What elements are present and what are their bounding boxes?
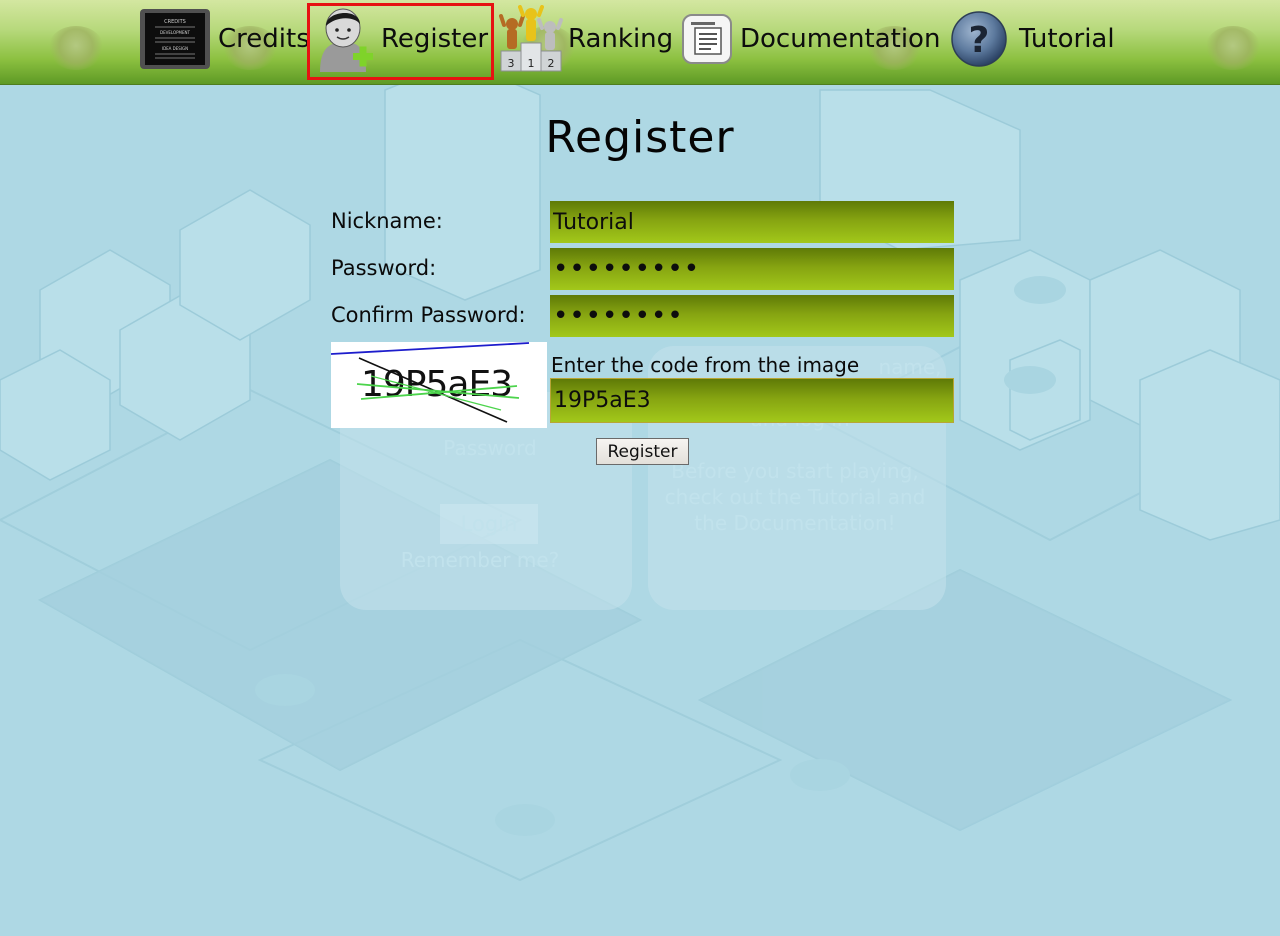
- nav-item-tutorial[interactable]: ? Tutorial: [950, 0, 1115, 78]
- nav-label-tutorial: Tutorial: [1019, 24, 1115, 54]
- credits-icon-line: DEVELOPMENT: [160, 30, 190, 35]
- password-label: Password:: [331, 256, 437, 280]
- nav-item-register[interactable]: Register: [314, 0, 488, 78]
- top-navigation-bar: CREDITS DEVELOPMENT IDEA DESIGN Credits …: [0, 0, 1280, 84]
- captcha-noise: [331, 342, 530, 423]
- password-input[interactable]: [550, 248, 954, 290]
- nickname-label: Nickname:: [331, 209, 443, 233]
- nav-item-documentation[interactable]: Documentation: [681, 0, 940, 78]
- captcha-input[interactable]: [550, 378, 954, 423]
- podium-rank: 1: [528, 57, 535, 70]
- credits-icon-line: IDEA DESIGN: [162, 46, 188, 51]
- page-title: Register: [545, 112, 735, 163]
- document-icon: [682, 14, 732, 64]
- nickname-input[interactable]: [550, 201, 954, 243]
- register-button[interactable]: Register: [596, 438, 689, 465]
- nav-label-credits: Credits: [218, 24, 310, 54]
- nav-item-ranking[interactable]: 3 1 2 Ranking: [499, 0, 673, 78]
- add-user-icon: [320, 8, 373, 72]
- nav-label-register: Register: [381, 24, 489, 54]
- nav-item-credits[interactable]: CREDITS DEVELOPMENT IDEA DESIGN Credits: [139, 0, 310, 78]
- podium-rank: 3: [508, 57, 515, 70]
- podium-icon: 3 1 2: [499, 5, 563, 72]
- credits-board-icon: CREDITS DEVELOPMENT IDEA DESIGN: [140, 9, 210, 69]
- confirm-password-input[interactable]: [550, 295, 954, 337]
- nav-label-documentation: Documentation: [740, 24, 941, 54]
- credits-icon-line: CREDITS: [164, 19, 186, 25]
- tree-decoration: [48, 26, 104, 70]
- svg-text:?: ?: [969, 20, 990, 61]
- question-mark-icon: ?: [951, 11, 1007, 67]
- captcha-image: 19P5aE3: [331, 342, 547, 428]
- captcha-hint: Enter the code from the image: [551, 353, 860, 377]
- confirm-password-label: Confirm Password:: [331, 303, 526, 327]
- tree-decoration: [1205, 26, 1261, 70]
- nav-label-ranking: Ranking: [568, 24, 674, 54]
- podium-rank: 2: [548, 57, 555, 70]
- register-form: Register Nickname: Password: Confirm Pas…: [0, 0, 1280, 936]
